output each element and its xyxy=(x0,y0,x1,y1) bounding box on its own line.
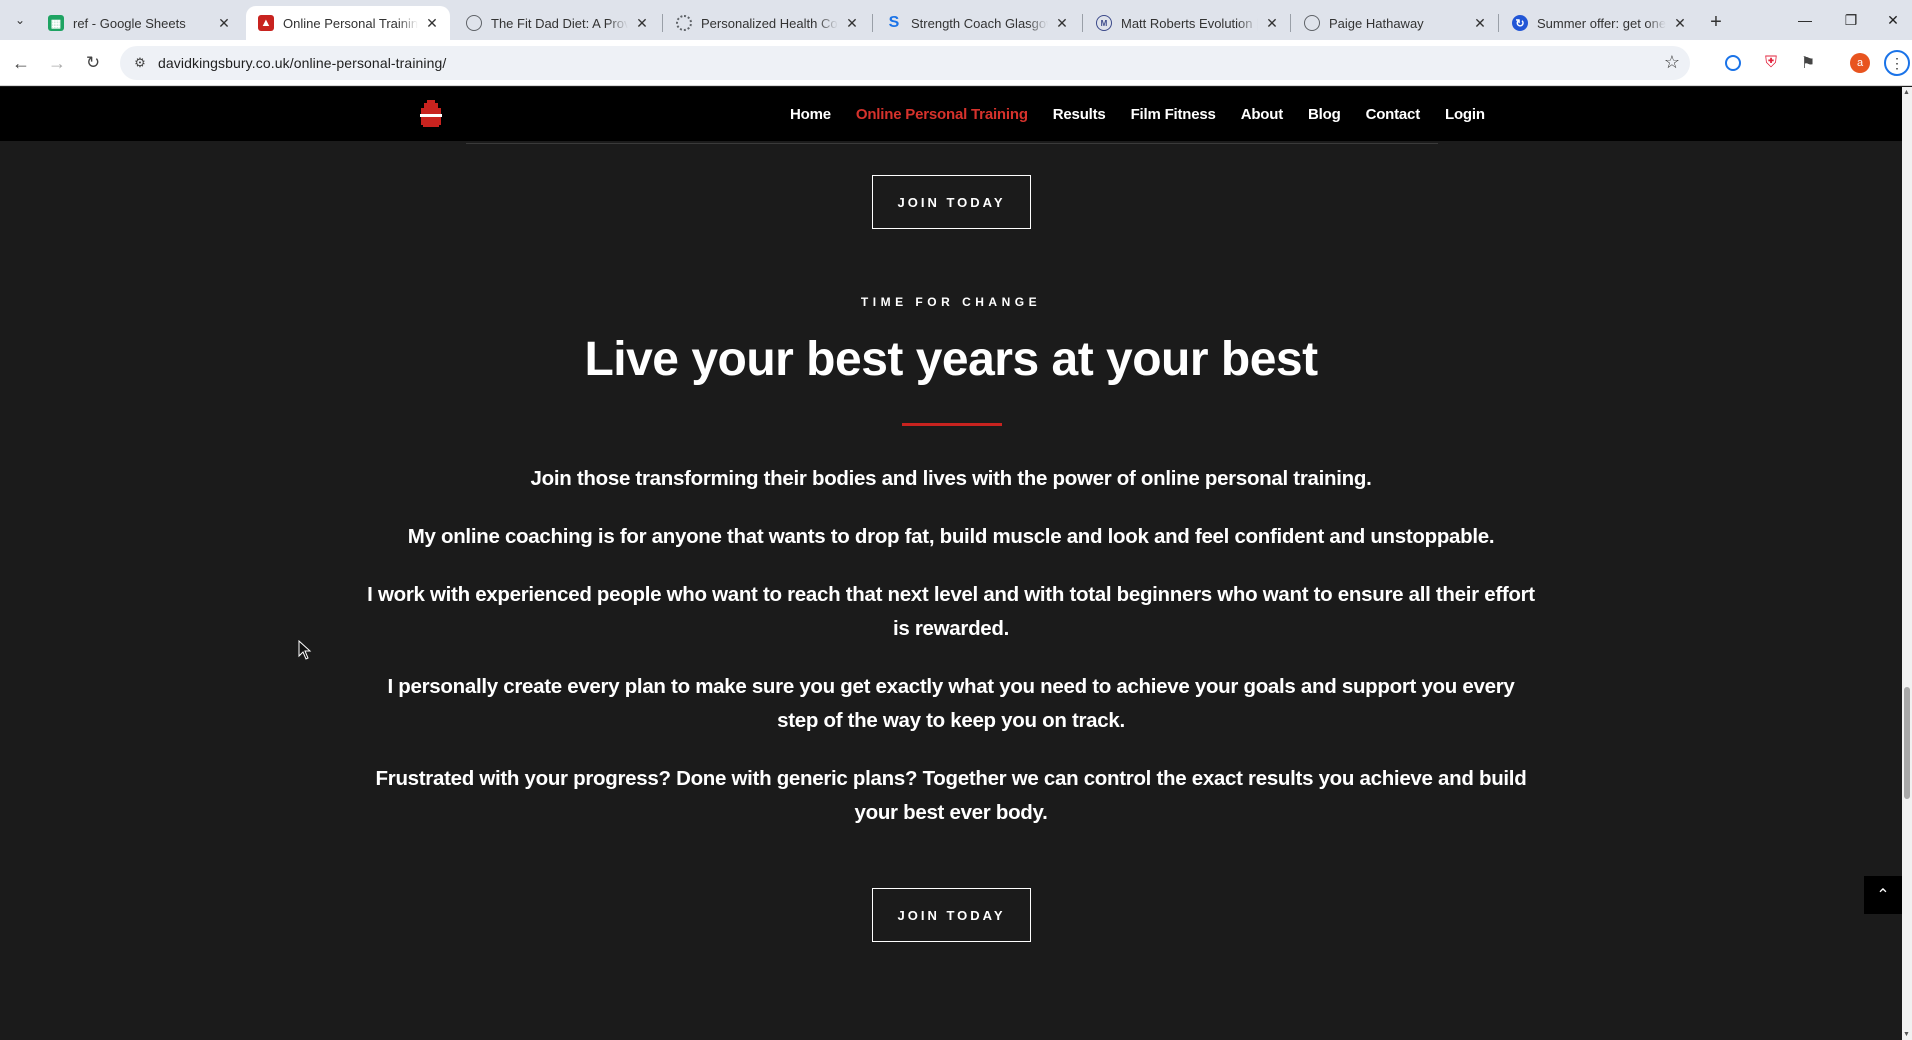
reload-icon[interactable]: ↻ xyxy=(78,48,108,78)
globe-icon xyxy=(466,15,482,31)
kingsbury-icon: ▲ xyxy=(258,15,274,31)
tab-separator xyxy=(662,14,663,32)
window-close-icon[interactable]: ✕ xyxy=(1874,0,1912,40)
back-to-top-chevron-icon[interactable]: ⌃ xyxy=(1864,876,1902,914)
paragraph: I personally create every plan to make s… xyxy=(387,675,1515,732)
scroll-up-arrow-icon[interactable]: ▲ xyxy=(1903,89,1910,96)
sheets-icon: ▦ xyxy=(48,15,64,31)
new-tab-plus-icon[interactable]: + xyxy=(1702,8,1730,36)
scroll-down-arrow-icon[interactable]: ▼ xyxy=(1903,1031,1910,1038)
kingsbury-logo[interactable] xyxy=(417,99,445,129)
tab-search-chevron-icon[interactable]: ⌄ xyxy=(8,8,32,32)
nav-blog[interactable]: Blog xyxy=(1308,106,1341,123)
tab-title: Paige Hathaway xyxy=(1329,15,1424,31)
shield-extension-icon[interactable]: ⛨ xyxy=(1760,52,1782,74)
close-tab-icon[interactable]: ✕ xyxy=(216,15,232,31)
nav-about[interactable]: About xyxy=(1241,106,1284,123)
paragraph: Frustrated with your progress? Done with… xyxy=(375,767,1527,824)
browser-tab-bar: ⌄ ▦ ref - Google Sheets ✕ ▲ Online Perso… xyxy=(0,0,1912,40)
forward-arrow-icon[interactable]: → xyxy=(42,48,72,78)
browser-tab-6[interactable]: Paige Hathaway ✕ xyxy=(1292,6,1498,40)
section-divider xyxy=(466,143,1438,144)
paragraph: Join those transforming their bodies and… xyxy=(530,467,1372,490)
nav-film-fitness[interactable]: Film Fitness xyxy=(1131,106,1216,123)
url-text[interactable]: davidkingsbury.co.uk/online-personal-tra… xyxy=(158,55,446,71)
tab-title: Summer offer: get one m xyxy=(1537,15,1666,31)
back-arrow-icon[interactable]: ← xyxy=(6,48,36,78)
tab-title: Online Personal Training | xyxy=(283,15,418,31)
page-scrollbar[interactable]: ▲ ▼ xyxy=(1902,87,1912,1040)
join-today-button-bottom[interactable]: JOIN TODAY xyxy=(872,888,1031,942)
browser-tab-3[interactable]: Personalized Health Coac ✕ xyxy=(664,6,870,40)
browser-tab-2[interactable]: The Fit Dad Diet: A Prover ✕ xyxy=(454,6,660,40)
close-tab-icon[interactable]: ✕ xyxy=(424,15,440,31)
tab-title: ref - Google Sheets xyxy=(73,15,186,31)
tab-separator xyxy=(872,14,873,32)
tab-separator xyxy=(1290,14,1291,32)
globe-icon xyxy=(1304,15,1320,31)
site-header: Home Online Personal Training Results Fi… xyxy=(0,87,1902,141)
section-eyebrow: TIME FOR CHANGE xyxy=(860,295,1042,309)
nav-results[interactable]: Results xyxy=(1053,106,1106,123)
extension-globe-icon[interactable] xyxy=(1725,55,1741,71)
browser-tab-7[interactable]: ↻ Summer offer: get one m ✕ xyxy=(1500,6,1698,40)
browser-tab-0[interactable]: ▦ ref - Google Sheets ✕ xyxy=(36,6,242,40)
close-tab-icon[interactable]: ✕ xyxy=(634,15,650,31)
main-nav: Home Online Personal Training Results Fi… xyxy=(790,87,1510,141)
nav-login[interactable]: Login xyxy=(1445,106,1485,123)
menu-kebab-icon[interactable]: ⋮ xyxy=(1884,50,1910,76)
join-today-button-top[interactable]: JOIN TODAY xyxy=(872,175,1031,229)
minimize-icon[interactable]: — xyxy=(1782,0,1828,40)
nav-contact[interactable]: Contact xyxy=(1366,106,1421,123)
extensions-puzzle-icon[interactable]: ⚑ xyxy=(1797,52,1819,74)
browser-tab-4[interactable]: S Strength Coach Glasgow ✕ xyxy=(874,6,1080,40)
profile-avatar-icon[interactable]: a xyxy=(1850,53,1870,73)
browser-tab-5[interactable]: M Matt Roberts Evolution | T ✕ xyxy=(1084,6,1290,40)
blue-brand-icon: ↻ xyxy=(1512,15,1528,31)
mr-icon: M xyxy=(1096,15,1112,31)
section-body: Join those transforming their bodies and… xyxy=(365,462,1537,854)
tab-title: The Fit Dad Diet: A Prover xyxy=(491,15,628,31)
close-tab-icon[interactable]: ✕ xyxy=(844,15,860,31)
close-tab-icon[interactable]: ✕ xyxy=(1672,15,1688,31)
address-bar[interactable]: ⚙ davidkingsbury.co.uk/online-personal-t… xyxy=(120,46,1690,80)
close-tab-icon[interactable]: ✕ xyxy=(1054,15,1070,31)
paragraph: My online coaching is for anyone that wa… xyxy=(407,525,1495,548)
tab-title: Matt Roberts Evolution | T xyxy=(1121,15,1258,31)
tab-title: Strength Coach Glasgow xyxy=(911,15,1048,31)
bookmark-star-icon[interactable]: ☆ xyxy=(1664,52,1680,73)
spinner-icon xyxy=(676,15,692,31)
browser-tab-1-active[interactable]: ▲ Online Personal Training | ✕ xyxy=(246,6,450,40)
paragraph: I work with experienced people who want … xyxy=(367,583,1535,640)
section-headline: Live your best years at your best xyxy=(584,333,1318,386)
mouse-cursor-icon xyxy=(298,640,312,660)
webpage: Home Online Personal Training Results Fi… xyxy=(0,87,1902,1040)
site-info-tune-icon[interactable]: ⚙ xyxy=(130,53,150,73)
browser-toolbar: ← → ↻ ⚙ davidkingsbury.co.uk/online-pers… xyxy=(0,40,1912,86)
close-tab-icon[interactable]: ✕ xyxy=(1264,15,1280,31)
nav-online-personal-training[interactable]: Online Personal Training xyxy=(856,106,1028,123)
tab-separator xyxy=(1082,14,1083,32)
restore-icon[interactable]: ❐ xyxy=(1828,0,1874,40)
nav-home[interactable]: Home xyxy=(790,106,831,123)
close-tab-icon[interactable]: ✕ xyxy=(1472,15,1488,31)
s-brand-icon: S xyxy=(888,14,900,31)
tab-title: Personalized Health Coac xyxy=(701,15,838,31)
tab-separator xyxy=(1498,14,1499,32)
accent-rule xyxy=(902,423,1002,426)
scrollbar-thumb[interactable] xyxy=(1904,687,1910,799)
